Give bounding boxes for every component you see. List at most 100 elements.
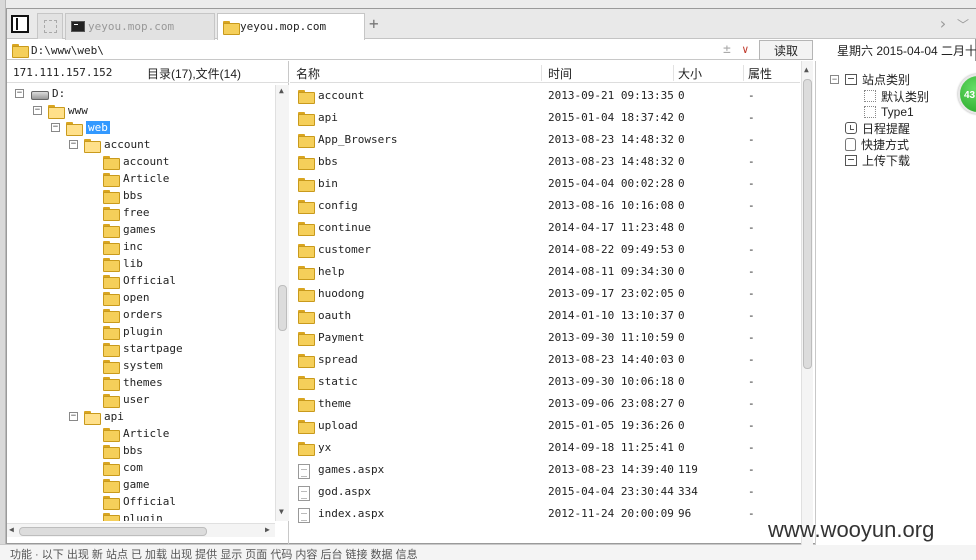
tree-node[interactable]: Official (103, 493, 176, 510)
tree-node[interactable]: startpage (103, 340, 183, 357)
file-row[interactable]: config 2013-08-16 10:16:08 0 - (290, 195, 800, 217)
file-size: 119 (678, 463, 698, 476)
file-list-vertical-scrollbar[interactable]: ▲ (801, 61, 813, 545)
file-row[interactable]: bbs 2013-08-23 14:48:32 0 - (290, 151, 800, 173)
tree-node[interactable]: com (103, 459, 143, 476)
sidebar-toggle-icon[interactable] (11, 15, 29, 33)
tab-yeyou-1[interactable]: yeyou.mop.com (65, 13, 215, 40)
file-name: api (318, 111, 338, 124)
site-tree-node[interactable]: 快捷方式 (845, 136, 909, 152)
tree-node-label: www (68, 104, 88, 117)
site-tree-node[interactable]: 默认类别 (864, 88, 929, 104)
path-input[interactable] (31, 43, 711, 57)
scroll-right-icon[interactable]: ▶ (265, 525, 273, 535)
collapse-toggle-icon[interactable]: − (830, 74, 839, 84)
tree-node[interactable]: plugin (103, 510, 163, 521)
tab-scroll-right-icon[interactable]: › (938, 15, 950, 33)
tab-yeyou-2[interactable]: yeyou.mop.com (217, 13, 365, 40)
tree-node[interactable]: user (103, 391, 150, 408)
site-tree-node[interactable]: Type1 (864, 104, 914, 120)
file-time: 2013-08-23 14:39:40 (548, 463, 674, 476)
scroll-left-icon[interactable]: ◀ (9, 525, 17, 535)
column-name[interactable]: 名称 (292, 65, 542, 81)
tab-blank[interactable] (37, 13, 63, 39)
site-tree-node[interactable]: 日程提醒 (845, 120, 910, 136)
tree-node[interactable]: orders (103, 306, 163, 323)
tree-horizontal-scrollbar[interactable]: ◀ ▶ (7, 523, 275, 537)
tree-node[interactable]: game (103, 476, 150, 493)
tree-node[interactable]: inc (103, 238, 143, 255)
tree-node[interactable]: open (103, 289, 150, 306)
tree-node[interactable]: bbs (103, 442, 143, 459)
read-button[interactable]: 读取 (759, 40, 813, 60)
tree-node[interactable]: − api (69, 408, 124, 425)
tree-node[interactable]: − www (33, 102, 88, 119)
column-size[interactable]: 大小 (674, 65, 744, 81)
tree-node[interactable]: Article (103, 425, 169, 442)
tree-node[interactable]: system (103, 357, 163, 374)
tree-node[interactable]: themes (103, 374, 163, 391)
scroll-thumb[interactable] (278, 285, 287, 331)
site-category-panel: − 站点类别 默认类别 Type1 日程提醒 快捷方式 上传下载 (815, 61, 976, 545)
file-row[interactable]: Payment 2013-09-30 11:10:59 0 - (290, 327, 800, 349)
tree-vertical-scrollbar[interactable]: ▲ ▼ (275, 85, 289, 521)
collapse-toggle-icon[interactable]: − (69, 412, 78, 421)
folder-icon (103, 393, 120, 408)
scroll-up-icon[interactable]: ▲ (279, 86, 287, 96)
file-row[interactable]: static 2013-09-30 10:06:18 0 - (290, 371, 800, 393)
collapse-toggle-icon[interactable]: − (33, 106, 42, 115)
tab-list-chevron-icon[interactable]: ﹀ (957, 17, 971, 33)
chevron-down-icon[interactable]: ∨ (742, 42, 756, 58)
tree-node[interactable]: account (103, 153, 169, 170)
file-row[interactable]: spread 2013-08-23 14:40:03 0 - (290, 349, 800, 371)
collapse-toggle-icon[interactable]: − (69, 140, 78, 149)
collapse-toggle-icon[interactable]: − (51, 123, 60, 132)
site-tree-node[interactable]: 上传下载 (845, 152, 910, 168)
file-name: account (318, 89, 365, 102)
tree-node[interactable]: − D: (15, 85, 65, 102)
file-row[interactable]: yx 2014-09-18 11:25:41 0 - (290, 437, 800, 459)
file-attr: - (748, 441, 755, 454)
file-row[interactable]: god.aspx 2015-04-04 23:30:44 334 - (290, 481, 800, 503)
file-row[interactable]: games.aspx 2013-08-23 14:39:40 119 - (290, 459, 800, 481)
column-attr[interactable]: 属性 (744, 65, 800, 81)
scroll-up-icon[interactable]: ▲ (804, 65, 812, 75)
file-row[interactable]: bin 2015-04-04 00:02:28 0 - (290, 173, 800, 195)
file-row[interactable]: theme 2013-09-06 23:08:27 0 - (290, 393, 800, 415)
tree-node[interactable]: Article (103, 170, 169, 187)
tree-node[interactable]: lib (103, 255, 143, 272)
plus-minus-icon[interactable]: ± (723, 42, 735, 58)
tree-node[interactable]: − account (69, 136, 150, 153)
tree-node[interactable]: Official (103, 272, 176, 289)
file-attr: - (748, 507, 755, 520)
file-row[interactable]: continue 2014-04-17 11:23:48 0 - (290, 217, 800, 239)
file-row[interactable]: customer 2014-08-22 09:49:53 0 - (290, 239, 800, 261)
column-time[interactable]: 时间 (544, 65, 674, 81)
collapse-toggle-icon[interactable]: − (15, 89, 24, 98)
file-name: App_Browsers (318, 133, 398, 146)
file-row[interactable]: account 2013-09-21 09:13:35 0 - (290, 85, 800, 107)
file-row[interactable]: api 2015-01-04 18:37:42 0 - (290, 107, 800, 129)
file-row[interactable]: oauth 2014-01-10 13:10:37 0 - (290, 305, 800, 327)
scroll-down-icon[interactable]: ▼ (279, 507, 287, 517)
tree-node[interactable]: games (103, 221, 156, 238)
file-name: spread (318, 353, 358, 366)
tree-node[interactable]: plugin (103, 323, 163, 340)
folder-icon (103, 172, 120, 187)
file-row[interactable]: upload 2015-01-05 19:36:26 0 - (290, 415, 800, 437)
directory-tree: − D: − www − web − account account Article bbs free… (7, 85, 277, 521)
file-row[interactable]: huodong 2013-09-17 23:02:05 0 - (290, 283, 800, 305)
tree-node[interactable]: bbs (103, 187, 143, 204)
file-row[interactable]: App_Browsers 2013-08-23 14:48:32 0 - (290, 129, 800, 151)
file-row[interactable]: help 2014-08-11 09:34:30 0 - (290, 261, 800, 283)
folder-icon (103, 308, 120, 323)
file-size: 0 (678, 133, 685, 146)
scroll-thumb[interactable] (19, 527, 207, 536)
add-tab-button[interactable]: + (369, 15, 383, 33)
file-row[interactable]: index.aspx 2012-11-24 20:00:09 96 - (290, 503, 800, 525)
tree-node[interactable]: free (103, 204, 150, 221)
scroll-thumb[interactable] (803, 79, 812, 369)
tree-node[interactable]: − web (51, 119, 110, 136)
ip-address: 171.111.157.152 (13, 66, 113, 79)
site-tree-node[interactable]: − 站点类别 (830, 71, 910, 87)
